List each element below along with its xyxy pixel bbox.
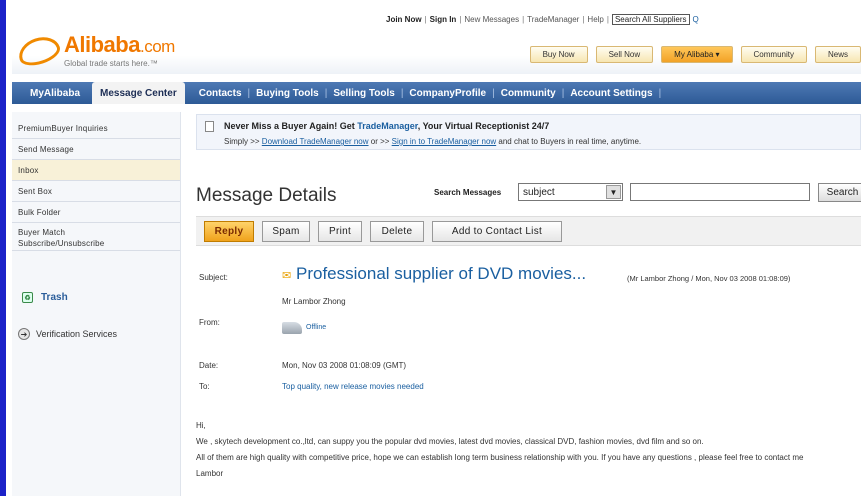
- body-line: All of them are high quality with compet…: [196, 453, 804, 462]
- tab-my-alibaba[interactable]: MyAlibaba: [12, 88, 92, 99]
- trademanager-link[interactable]: TradeManager: [527, 15, 579, 24]
- separator: |: [606, 14, 609, 24]
- body-line: Hi,: [196, 421, 206, 430]
- nav-buying-tools[interactable]: Buying Tools: [250, 88, 325, 99]
- sidebar-item-send-message[interactable]: Send Message: [12, 139, 180, 160]
- body-line: Lambor: [196, 469, 224, 478]
- sign-in-link[interactable]: Sign In: [430, 15, 457, 24]
- search-messages-label: Search Messages: [434, 188, 502, 197]
- document-icon: [205, 121, 214, 132]
- banner-headline-pre: Never Miss a Buyer Again! Get: [224, 121, 358, 131]
- status-badge[interactable]: Offline: [306, 324, 326, 331]
- logo-tagline: Global trade starts here.™: [64, 59, 158, 68]
- message-toolbar: Reply Spam Print Delete Add to Contact L…: [196, 216, 861, 246]
- sidebar-item-trash[interactable]: ♻ Trash: [22, 292, 68, 303]
- banner-line2-pre: Simply >>: [224, 137, 262, 146]
- trash-icon: ♻: [22, 292, 33, 303]
- banner-headline-post: , Your Virtual Receptionist 24/7: [417, 121, 550, 131]
- spam-button[interactable]: Spam: [262, 221, 310, 242]
- sidebar-item-sent-box[interactable]: Sent Box: [12, 181, 180, 202]
- my-alibaba-button[interactable]: My Alibaba ▾: [661, 46, 733, 63]
- alibaba-logo[interactable]: Alibaba.com Global trade starts here.™: [15, 32, 175, 70]
- banner-line2-post: and chat to Buyers in real time, anytime…: [496, 137, 642, 146]
- subject-label: Subject:: [199, 273, 228, 282]
- nav-company-profile[interactable]: CompanyProfile: [403, 88, 492, 99]
- sidebar-item-buyer-match[interactable]: Buyer Match Subscribe/Unsubscribe: [12, 223, 180, 251]
- message-date: Mon, Nov 03 2008 01:08:09 (GMT): [282, 361, 407, 370]
- message-subject: Professional supplier of DVD movies...: [296, 264, 587, 283]
- sidebar-item-bulk-folder[interactable]: Bulk Folder: [12, 202, 180, 223]
- search-icon[interactable]: Q: [693, 15, 699, 24]
- logo-suffix: .com: [139, 37, 175, 56]
- sign-in-trademanager-link[interactable]: Sign in to TradeManager now: [392, 137, 497, 146]
- separator: |: [582, 14, 585, 24]
- print-button[interactable]: Print: [318, 221, 362, 242]
- sell-now-button[interactable]: Sell Now: [595, 46, 654, 63]
- trademanager-link[interactable]: TradeManager: [357, 121, 418, 131]
- search-field-select[interactable]: subject ▼: [518, 183, 623, 201]
- date-label: Date:: [199, 361, 219, 370]
- separator: |: [459, 14, 462, 24]
- nav-account-settings[interactable]: Account Settings: [564, 88, 658, 99]
- sidebar: PremiumBuyer Inquiries Send Message Inbo…: [12, 112, 181, 496]
- new-messages-link[interactable]: New Messages: [464, 15, 519, 24]
- search-input[interactable]: [630, 183, 810, 201]
- search-button[interactable]: Search: [818, 183, 861, 202]
- trademanager-banner: Never Miss a Buyer Again! Get TradeManag…: [196, 114, 861, 150]
- top-links: Join Now | Sign In | New Messages | Trad…: [386, 12, 861, 26]
- banner-headline: Never Miss a Buyer Again! Get TradeManag…: [224, 121, 549, 131]
- reply-button[interactable]: Reply: [204, 221, 254, 242]
- message-body: Hi, We , skytech development co.,ltd, ca…: [196, 418, 860, 482]
- download-trademanager-link[interactable]: Download TradeManager now: [262, 137, 369, 146]
- logo-brand: Alibaba: [64, 32, 140, 57]
- logo-mark-icon: [15, 32, 63, 70]
- banner-subline: Simply >> Download TradeManager now or >…: [224, 137, 641, 146]
- header: Alibaba.com Global trade starts here.™ B…: [12, 28, 861, 74]
- join-now-link[interactable]: Join Now: [386, 15, 422, 24]
- search-all-suppliers-select[interactable]: Search All Suppliers: [611, 13, 690, 25]
- news-button[interactable]: News: [814, 46, 861, 63]
- chevron-down-icon[interactable]: ▼: [606, 185, 621, 199]
- sidebar-item-verification[interactable]: ➔ Verification Services: [18, 328, 117, 340]
- banner-line2-mid: or >>: [368, 137, 392, 146]
- tab-message-center[interactable]: Message Center: [92, 82, 185, 104]
- nav-community[interactable]: Community: [495, 88, 562, 99]
- community-button[interactable]: Community: [740, 46, 807, 63]
- separator: |: [658, 87, 662, 99]
- to-label: To:: [199, 382, 210, 391]
- help-link[interactable]: Help: [587, 15, 603, 24]
- subscribe-label: Subscribe/Unsubscribe: [18, 239, 105, 248]
- nav-contacts[interactable]: Contacts: [193, 88, 248, 99]
- body-line: We , skytech development co.,ltd, can su…: [196, 437, 704, 446]
- buyer-match-label: Buyer Match: [18, 228, 66, 237]
- buy-now-button[interactable]: Buy Now: [529, 46, 588, 63]
- browser-page: Join Now | Sign In | New Messages | Trad…: [0, 0, 861, 496]
- verification-label: Verification Services: [36, 329, 118, 339]
- logo-text: Alibaba.com: [64, 34, 175, 58]
- trash-label: Trash: [41, 292, 68, 303]
- message-to-link[interactable]: Top quality, new release movies needed: [282, 382, 424, 391]
- subject-meta: (Mr Lambor Zhong / Mon, Nov 03 2008 01:0…: [627, 274, 791, 283]
- sidebar-item-inbox[interactable]: Inbox: [12, 160, 180, 181]
- sender-name: Mr Lambor Zhong: [282, 297, 346, 306]
- header-buttons: Buy Now Sell Now My Alibaba ▾ Community …: [529, 46, 861, 63]
- envelope-icon: ✉: [282, 270, 292, 282]
- trademanager-status-icon[interactable]: [282, 322, 302, 334]
- from-label: From:: [199, 318, 220, 327]
- arrow-right-icon: ➔: [18, 328, 30, 340]
- sidebar-item-premium-inquiries[interactable]: PremiumBuyer Inquiries: [12, 118, 180, 139]
- main-nav: MyAlibaba Message Center Contacts | Buyi…: [12, 82, 861, 104]
- add-to-contact-list-button[interactable]: Add to Contact List: [432, 221, 562, 242]
- delete-button[interactable]: Delete: [370, 221, 424, 242]
- separator: |: [522, 14, 525, 24]
- page-title: Message Details: [196, 185, 337, 206]
- search-field-value: subject: [523, 186, 555, 198]
- nav-selling-tools[interactable]: Selling Tools: [327, 88, 400, 99]
- separator: |: [424, 14, 427, 24]
